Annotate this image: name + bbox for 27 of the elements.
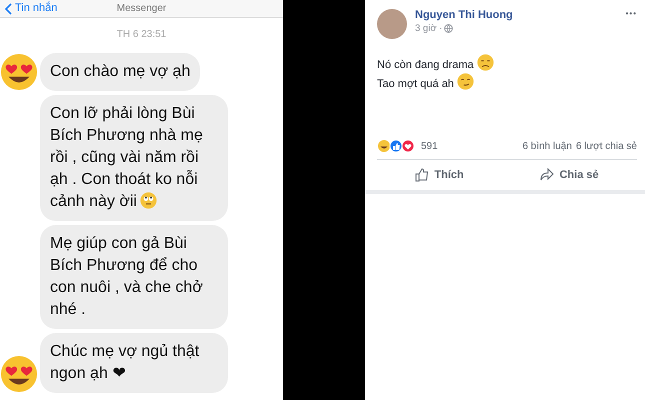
- reaction-count[interactable]: 591: [421, 140, 438, 152]
- heart-eyes-avatar-icon: [0, 53, 38, 91]
- like-button[interactable]: Thích: [409, 166, 470, 184]
- share-button[interactable]: Chia sẻ: [534, 166, 605, 184]
- back-link[interactable]: Tin nhắn: [0, 2, 58, 15]
- share-count[interactable]: 6 lượt chia sẻ: [576, 140, 637, 152]
- globe-icon: [444, 24, 454, 33]
- chat-title: Messenger: [116, 3, 166, 14]
- post-text: Nó còn đang drama: [377, 59, 474, 71]
- heart-eyes-avatar-icon: [0, 355, 38, 393]
- message-bubble: Con lỡ phải lòng Bùi Bích Phương nhà mẹ rồi , cũng vài năm rồi ạh . Con thoát ko nỗi cảnh này ờii: [40, 95, 228, 221]
- thumbs-up-icon: [415, 168, 430, 182]
- message-bubble: Mẹ giúp con gả Bùi Bích Phương để cho con nuôi , và che chở nhé .: [40, 225, 228, 329]
- sad-face-icon: [476, 54, 494, 71]
- message-timestamp: TH 6 23:51: [116, 29, 166, 40]
- share-arrow-icon: [540, 168, 554, 182]
- message-bubble: Chúc mẹ vợ ngủ thật ngon ạh ❤: [40, 333, 228, 393]
- more-options-button[interactable]: •••: [626, 9, 637, 18]
- comment-count[interactable]: 6 bình luận: [522, 140, 572, 152]
- eye-roll-face-icon: [140, 192, 157, 209]
- author-name[interactable]: Nguyen Thi Huong: [415, 9, 618, 21]
- post-time: 3 giờ ·: [415, 23, 442, 34]
- post-text: Tao mợt quá ah: [377, 78, 454, 90]
- smirk-face-icon: [456, 73, 474, 90]
- back-chevron-icon: [4, 2, 12, 14]
- message-bubble: Con chào mẹ vợ ạh: [40, 53, 200, 91]
- profile-photo-placeholder: [377, 9, 407, 39]
